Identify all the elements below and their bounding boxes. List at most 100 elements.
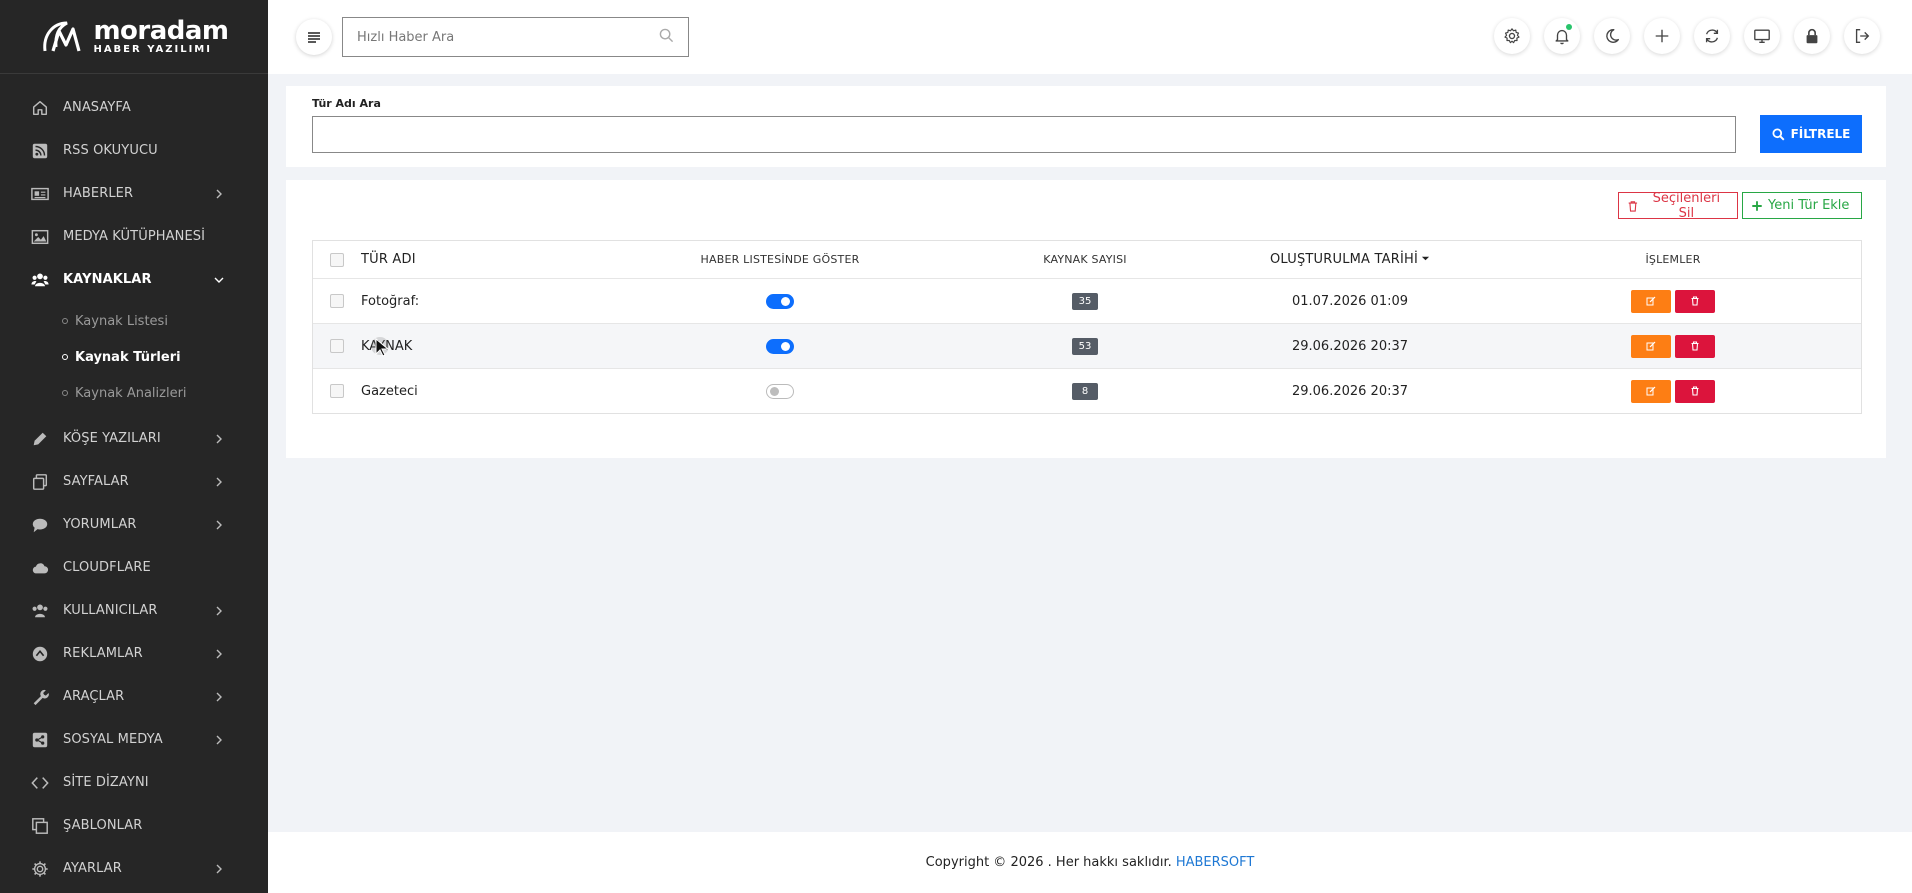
sidebar-item-araclar[interactable]: ARAÇLAR [0,675,268,718]
sidebar-item-kose-yazilari[interactable]: KÖŞE YAZILARI [0,417,268,460]
sidebar-item-label: CLOUDFLARE [63,560,151,575]
edit-button[interactable] [1631,289,1671,313]
chevron-right-icon [214,735,224,745]
cell-date: 29.06.2026 20:37 [1291,383,1409,399]
dark-mode-button[interactable] [1594,18,1630,54]
column-header-name[interactable]: TÜR ADI [361,252,605,267]
column-header-date[interactable]: OLUŞTURULMA TARİHİ [1215,252,1485,267]
sidebar-item-haberler[interactable]: HABERLER [0,172,268,215]
moon-icon [1606,29,1619,43]
lock-screen-button[interactable] [1794,18,1830,54]
sidebar-item-sayfalar[interactable]: SAYFALAR [0,460,268,503]
sidebar-item-anasayfa[interactable]: ANASAYFA [0,86,268,129]
row-checkbox[interactable] [330,294,344,308]
column-header-count[interactable]: KAYNAK SAYISI [955,253,1215,266]
settings-button[interactable] [1494,18,1530,54]
sidebar-item-rss[interactable]: RSS OKUYUCU [0,129,268,172]
column-header-ops: İŞLEMLER [1645,253,1701,266]
sidebar-item-label: YORUMLAR [63,517,137,532]
habersoft-link[interactable]: HABERSOFT [1176,855,1255,870]
sidebar-subitem-label: Kaynak Türleri [75,349,181,365]
footer: Copyright © 2026 . Her hakkı saklıdır. H… [268,832,1912,893]
table-row: Gazeteci 8 29.06.2026 20:37 [313,368,1861,413]
filter-card: Tür Adı Ara FİLTRELE [286,86,1886,167]
show-in-list-toggle[interactable] [766,293,794,309]
logo[interactable]: moradam HABER YAZILIMI [0,0,268,74]
pencil-icon [30,429,50,449]
sidebar-item-label: KAYNAKLAR [63,272,152,287]
quick-search [342,17,689,57]
sidebar-item-label: SAYFALAR [63,474,129,489]
sidebar-item-sablonlar[interactable]: ŞABLONLAR [0,804,268,847]
bullet-icon [62,318,68,324]
notifications-button[interactable] [1544,18,1580,54]
add-new-type-button[interactable]: Yeni Tür Ekle [1742,192,1862,219]
source-count-badge: 8 [1072,382,1098,400]
sidebar-subitem-kaynak-turleri[interactable]: Kaynak Türleri [0,339,268,375]
table-header-row: TÜR ADI HABER LISTESİNDE GÖSTER KAYNAK S… [313,241,1861,278]
users-icon [30,601,50,621]
sidebar-item-label: REKLAMLAR [63,646,143,661]
wrench-icon [30,687,50,707]
gear-icon [30,859,50,879]
chevron-right-icon [214,864,224,874]
view-site-button[interactable] [1744,18,1780,54]
sidebar-item-yorumlar[interactable]: YORUMLAR [0,503,268,546]
delete-button[interactable] [1675,379,1715,403]
top-header [268,0,1912,74]
row-checkbox[interactable] [330,384,344,398]
search-icon[interactable] [659,28,674,47]
sidebar-item-site-dizayni[interactable]: SİTE DİZAYNI [0,761,268,804]
delete-button[interactable] [1675,289,1715,313]
sidebar-item-ayarlar[interactable]: AYARLAR [0,847,268,890]
row-checkbox[interactable] [330,339,344,353]
edit-button[interactable] [1631,334,1671,358]
delete-button[interactable] [1675,334,1715,358]
sidebar-subitem-label: Kaynak Listesi [75,313,168,329]
refresh-button[interactable] [1694,18,1730,54]
filter-button[interactable]: FİLTRELE [1760,115,1862,153]
source-count-badge: 35 [1072,292,1098,310]
sidebar-item-kaynaklar[interactable]: KAYNAKLAR [0,258,268,301]
sidebar-item-label: AYARLAR [63,861,122,876]
trash-icon [1628,200,1638,212]
sidebar: moradam HABER YAZILIMI ANASAYFA RSS OKUY… [0,0,268,893]
plus-icon [1655,29,1669,43]
logout-button[interactable] [1844,18,1880,54]
sidebar-subitem-kaynak-listesi[interactable]: Kaynak Listesi [0,303,268,339]
sidebar-item-label: SOSYAL MEDYA [63,732,163,747]
sidebar-item-label: HABERLER [63,186,134,201]
column-header-show[interactable]: HABER LISTESİNDE GÖSTER [605,253,955,266]
plus-icon [1752,200,1762,211]
chevron-right-icon [214,520,224,530]
search-icon [1772,127,1785,140]
delete-selected-button[interactable]: Seçilenleri Sil [1618,191,1738,221]
add-button[interactable] [1644,18,1680,54]
edit-icon [1646,386,1656,396]
cell-name: Gazeteci [361,383,418,399]
add-new-type-label: Yeni Tür Ekle [1768,198,1850,213]
sidebar-item-label: SİTE DİZAYNI [63,775,149,790]
select-all-checkbox[interactable] [330,252,344,267]
refresh-icon [1705,29,1719,43]
type-name-search-input[interactable] [312,116,1736,153]
sidebar-item-sosyal-medya[interactable]: SOSYAL MEDYA [0,718,268,761]
trash-icon [1691,296,1699,306]
sidebar-item-cloudflare[interactable]: CLOUDFLARE [0,546,268,589]
show-in-list-toggle[interactable] [766,383,794,399]
edit-button[interactable] [1631,379,1671,403]
header-toolbar [1494,18,1880,54]
sidebar-item-reklamlar[interactable]: REKLAMLAR [0,632,268,675]
sidebar-item-kullanicilar[interactable]: KULLANICILAR [0,589,268,632]
menu-toggle-button[interactable] [296,19,332,55]
copyright-text: Copyright © 2026 . Her hakkı saklıdır. [925,855,1172,870]
monitor-icon [1754,29,1770,43]
ad-icon [30,644,50,664]
cell-date: 01.07.2026 01:09 [1291,293,1409,309]
show-in-list-toggle[interactable] [766,338,794,354]
sidebar-item-medya[interactable]: MEDYA KÜTÜPHANESİ [0,215,268,258]
quick-search-input[interactable] [357,29,659,45]
users-icon [30,270,50,290]
sidebar-subitem-kaynak-analizleri[interactable]: Kaynak Analizleri [0,375,268,411]
gear-icon [1504,28,1520,44]
